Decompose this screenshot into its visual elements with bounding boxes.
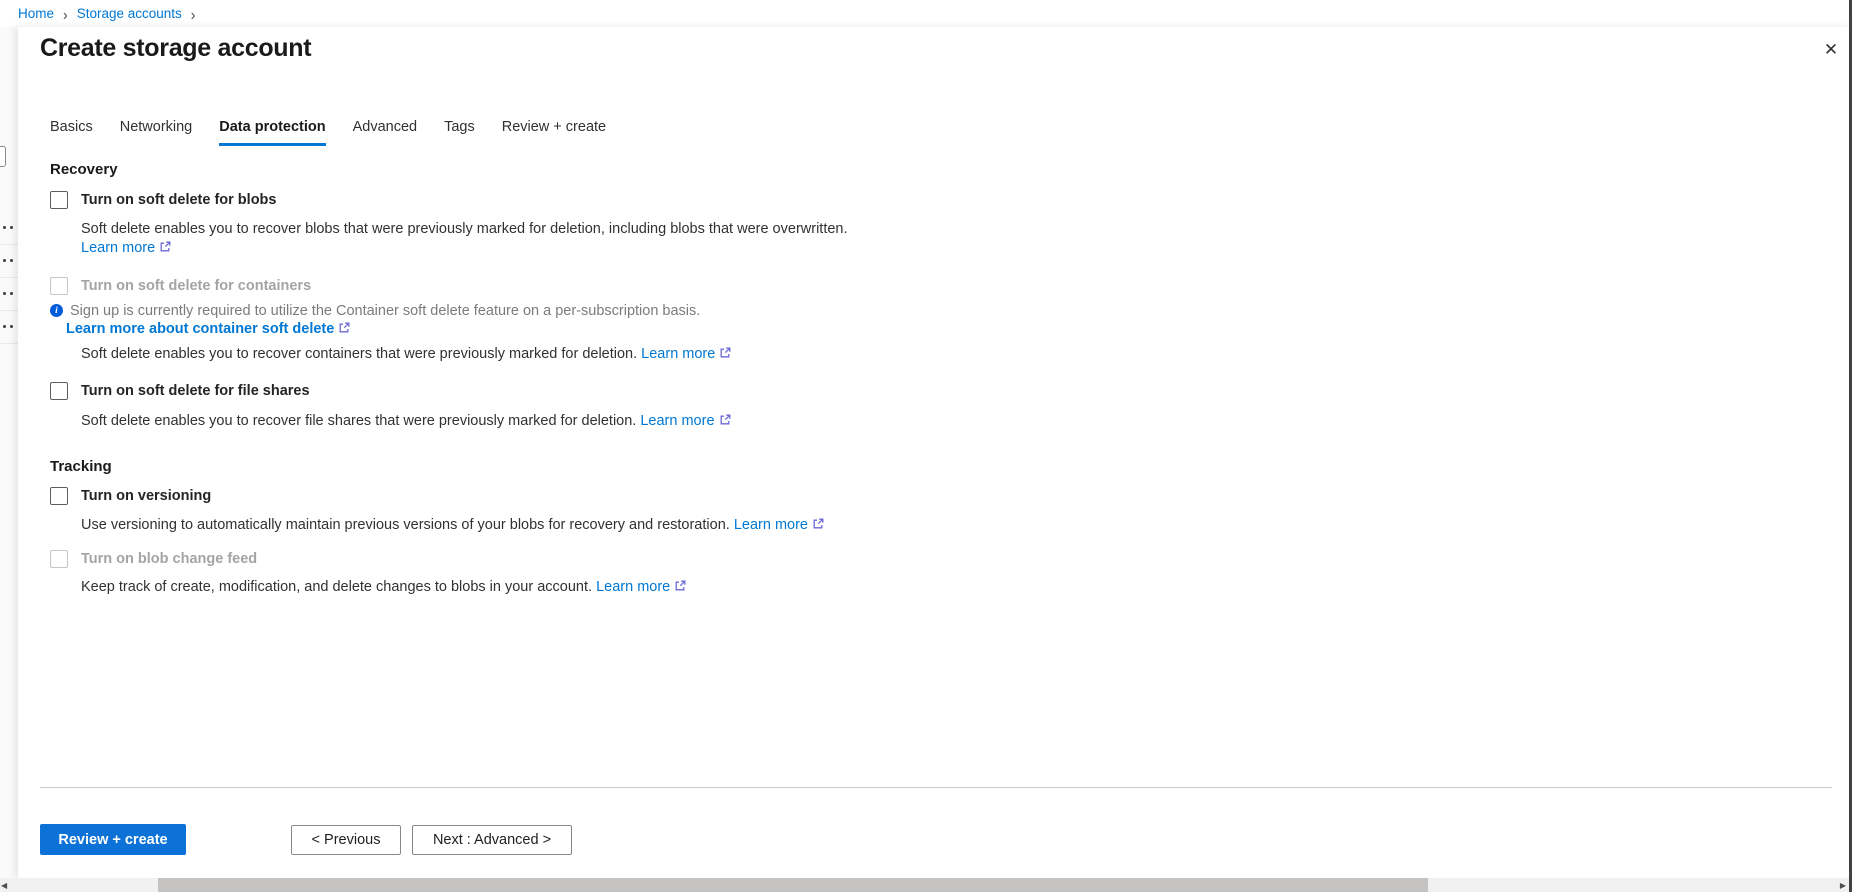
external-link-icon bbox=[719, 346, 731, 365]
tab-networking[interactable]: Networking bbox=[120, 119, 193, 146]
create-storage-account-blade: Create storage account ✕ Basics Networki… bbox=[18, 27, 1852, 878]
tab-review-create[interactable]: Review + create bbox=[502, 119, 606, 146]
soft-delete-blobs-label: Turn on soft delete for blobs bbox=[81, 192, 276, 208]
data-protection-form: Recovery Turn on soft delete for blobs S… bbox=[50, 161, 1550, 598]
external-link-icon bbox=[812, 517, 824, 536]
blob-change-feed-label: Turn on blob change feed bbox=[81, 551, 257, 567]
ellipsis-icon bbox=[3, 226, 15, 229]
chevron-right-icon: › bbox=[191, 4, 196, 22]
soft-delete-file-shares-description: Soft delete enables you to recover file … bbox=[81, 412, 1550, 432]
description-text: Use versioning to automatically maintain… bbox=[81, 517, 730, 533]
ellipsis-icon bbox=[3, 292, 15, 295]
soft-delete-blobs-learn-more-link[interactable]: Learn more bbox=[81, 240, 171, 256]
soft-delete-containers-label: Turn on soft delete for containers bbox=[81, 278, 311, 294]
description-text: Keep track of create, modification, and … bbox=[81, 579, 592, 595]
next-advanced-button[interactable]: Next : Advanced > bbox=[412, 825, 572, 855]
tracking-section-heading: Tracking bbox=[50, 458, 1550, 475]
chevron-right-icon: › bbox=[63, 4, 68, 22]
recovery-section-heading: Recovery bbox=[50, 161, 1550, 178]
soft-delete-file-shares-row: Turn on soft delete for file shares bbox=[50, 382, 1550, 400]
page-title: Create storage account bbox=[40, 34, 311, 63]
row-divider bbox=[0, 244, 18, 245]
versioning-checkbox[interactable] bbox=[50, 487, 68, 505]
soft-delete-containers-checkbox bbox=[50, 277, 68, 295]
external-link-icon bbox=[338, 322, 350, 338]
soft-delete-file-shares-learn-more-link[interactable]: Learn more bbox=[640, 413, 730, 429]
external-link-icon bbox=[719, 413, 731, 432]
previous-button[interactable]: < Previous bbox=[291, 825, 401, 855]
horizontal-scrollbar[interactable]: ◀ ▶ bbox=[0, 878, 1852, 892]
scroll-left-icon[interactable]: ◀ bbox=[1, 881, 7, 890]
tab-basics[interactable]: Basics bbox=[50, 119, 93, 146]
description-text: Soft delete enables you to recover blobs… bbox=[81, 221, 848, 237]
soft-delete-blobs-checkbox[interactable] bbox=[50, 191, 68, 209]
footer-divider bbox=[40, 787, 1832, 788]
soft-delete-file-shares-checkbox[interactable] bbox=[50, 382, 68, 400]
description-text: Soft delete enables you to recover file … bbox=[81, 413, 636, 429]
soft-delete-containers-learn-more-link[interactable]: Learn more bbox=[641, 346, 731, 362]
scroll-right-icon[interactable]: ▶ bbox=[1840, 881, 1846, 890]
close-icon[interactable]: ✕ bbox=[1820, 39, 1842, 61]
soft-delete-containers-row: Turn on soft delete for containers bbox=[50, 277, 1550, 295]
soft-delete-blobs-row: Turn on soft delete for blobs bbox=[50, 191, 1550, 209]
versioning-row: Turn on versioning bbox=[50, 487, 1550, 505]
versioning-label: Turn on versioning bbox=[81, 488, 211, 504]
blob-change-feed-description: Keep track of create, modification, and … bbox=[81, 578, 1550, 598]
info-icon: i bbox=[50, 304, 63, 317]
breadcrumb-home-link[interactable]: Home bbox=[18, 6, 54, 21]
blob-change-feed-learn-more-link[interactable]: Learn more bbox=[596, 579, 686, 595]
external-link-icon bbox=[674, 579, 686, 598]
row-divider bbox=[0, 343, 18, 344]
info-text: Sign up is currently required to utilize… bbox=[70, 303, 700, 319]
description-text: Soft delete enables you to recover conta… bbox=[81, 346, 637, 362]
review-create-button[interactable]: Review + create bbox=[40, 824, 186, 855]
create-storage-account-page: Home › Storage accounts › Create storage… bbox=[0, 0, 1852, 892]
background-partial-checkbox bbox=[0, 146, 6, 167]
horizontal-scrollbar-thumb[interactable] bbox=[158, 878, 1428, 892]
background-list-strip bbox=[0, 27, 18, 878]
soft-delete-blobs-description: Soft delete enables you to recover blobs… bbox=[81, 220, 1550, 259]
row-divider bbox=[0, 277, 18, 278]
blob-change-feed-row: Turn on blob change feed bbox=[50, 550, 1550, 568]
breadcrumb-storage-accounts-link[interactable]: Storage accounts bbox=[77, 6, 182, 21]
container-soft-delete-learn-more-link[interactable]: Learn more about container soft delete bbox=[66, 321, 350, 337]
soft-delete-containers-description: Soft delete enables you to recover conta… bbox=[81, 345, 1550, 365]
wizard-footer: Review + create < Previous Next : Advanc… bbox=[40, 824, 572, 855]
breadcrumb: Home › Storage accounts › bbox=[0, 0, 195, 27]
ellipsis-icon bbox=[3, 325, 15, 328]
blob-change-feed-checkbox bbox=[50, 550, 68, 568]
soft-delete-file-shares-label: Turn on soft delete for file shares bbox=[81, 383, 310, 399]
ellipsis-icon bbox=[3, 259, 15, 262]
tab-data-protection[interactable]: Data protection bbox=[219, 119, 325, 146]
container-soft-delete-learn-more: Learn more about container soft delete bbox=[66, 321, 1550, 338]
tab-advanced[interactable]: Advanced bbox=[353, 119, 418, 146]
external-link-icon bbox=[159, 240, 171, 259]
wizard-tabs: Basics Networking Data protection Advanc… bbox=[50, 119, 633, 146]
row-divider bbox=[0, 310, 18, 311]
tab-tags[interactable]: Tags bbox=[444, 119, 475, 146]
versioning-learn-more-link[interactable]: Learn more bbox=[734, 517, 824, 533]
containers-signup-info: i Sign up is currently required to utili… bbox=[50, 303, 1550, 318]
versioning-description: Use versioning to automatically maintain… bbox=[81, 516, 1550, 536]
